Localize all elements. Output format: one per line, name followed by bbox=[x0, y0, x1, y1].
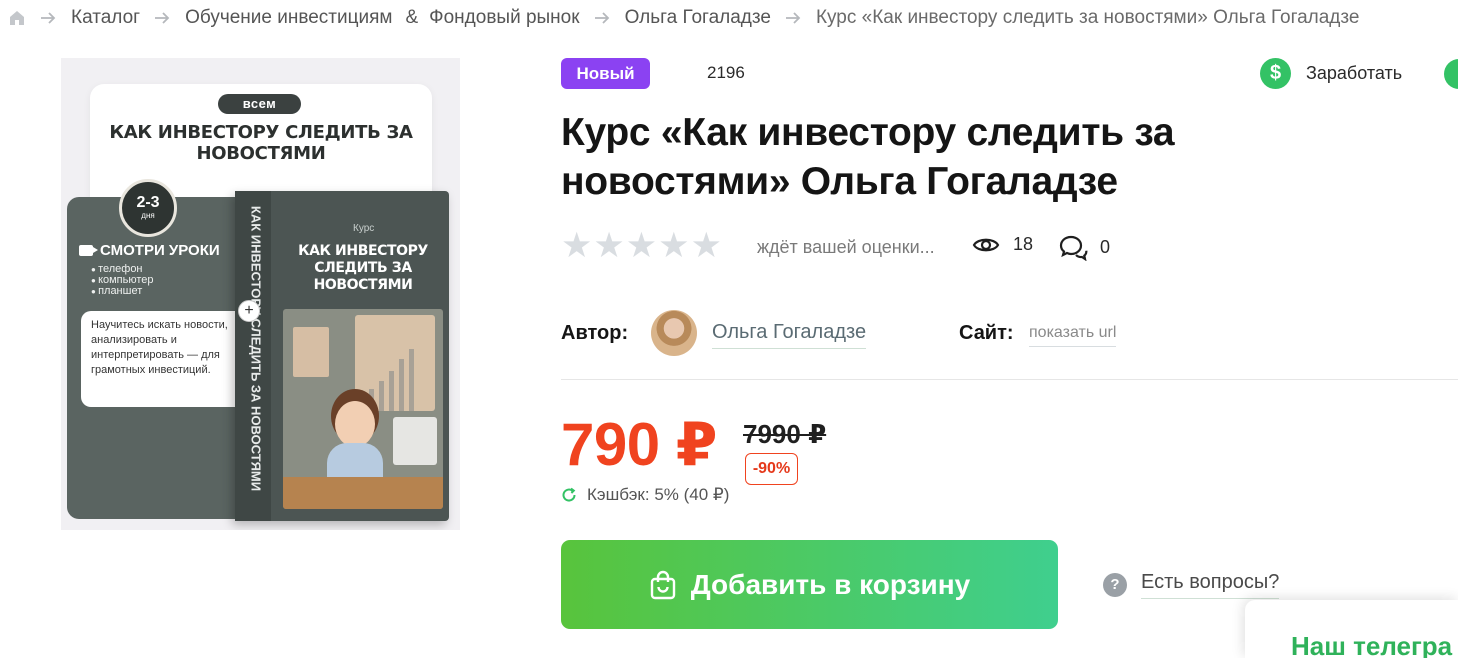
cover-box-spine-text: КАК ИНВЕСТОРУ СЛЕДИТЬ ЗА НОВОСТЯМИ bbox=[248, 205, 264, 492]
new-badge: Новый bbox=[561, 58, 650, 89]
chat-icon bbox=[1059, 235, 1088, 261]
add-to-cart-button[interactable]: Добавить в корзину bbox=[561, 540, 1058, 629]
cover-duration-unit: дня bbox=[141, 211, 155, 220]
monitor-illustration bbox=[393, 417, 437, 465]
product-title: Курс «Как инвестору следить за новостями… bbox=[561, 111, 1175, 203]
questions-label: Есть вопросы? bbox=[1141, 571, 1280, 599]
dollar-icon: $ bbox=[1260, 58, 1291, 89]
breadcrumb-item-author[interactable]: Ольга Гогаладзе bbox=[625, 7, 771, 29]
video-camera-icon bbox=[79, 245, 98, 256]
breadcrumb-item-stock-market[interactable]: Фондовый рынок bbox=[429, 7, 579, 29]
arrow-right-icon bbox=[594, 11, 610, 25]
product-image[interactable]: всем КАК ИНВЕСТОРУ СЛЕДИТЬ ЗА НОВОСТЯМИ … bbox=[61, 58, 460, 530]
cover-audience-pill: всем bbox=[218, 94, 301, 114]
comments-counter[interactable]: 0 bbox=[1059, 234, 1110, 261]
site-label: Сайт: bbox=[959, 322, 1014, 344]
cover-illustration-scene bbox=[283, 309, 443, 509]
old-price: 7990 ₽ bbox=[743, 419, 827, 449]
views-counter: 18 bbox=[972, 234, 1033, 255]
cover-duration-badge: 2-3 дня bbox=[119, 179, 177, 237]
shopping-bag-icon bbox=[650, 570, 675, 599]
author-link[interactable]: Ольга Гогаладзе bbox=[712, 321, 867, 349]
cashback-info: Кэшбэк: 5% (40 ₽) bbox=[561, 485, 729, 505]
refresh-icon bbox=[562, 487, 576, 502]
cover-watch-label: СМОТРИ УРОКИ bbox=[100, 242, 220, 259]
cover-duration-value: 2-3 bbox=[136, 194, 160, 211]
sticky-note-illustration bbox=[293, 327, 329, 377]
breadcrumb: Каталог Обучение инвестициям & Фондовый … bbox=[8, 6, 1359, 30]
chart-board-illustration bbox=[355, 315, 435, 411]
earn-link[interactable]: $ Заработать bbox=[1260, 58, 1402, 89]
avatar[interactable] bbox=[651, 310, 697, 356]
rating-text: ждёт вашей оценки... bbox=[757, 237, 935, 257]
show-url-link[interactable]: показать url bbox=[1029, 324, 1117, 347]
cover-product-box: КАК ИНВЕСТОРУ СЛЕДИТЬ ЗА НОВОСТЯМИ Курс … bbox=[235, 191, 449, 521]
star-icon[interactable]: ★ bbox=[658, 228, 689, 263]
arrow-right-icon bbox=[40, 11, 56, 25]
current-price: 790 ₽ bbox=[561, 411, 718, 478]
discount-badge: -90% bbox=[745, 453, 798, 485]
star-icon[interactable]: ★ bbox=[626, 228, 657, 263]
comments-count: 0 bbox=[1100, 237, 1111, 257]
earn-label: Заработать bbox=[1306, 63, 1403, 83]
author-label: Автор: bbox=[561, 322, 629, 344]
cashback-text: Кэшбэк: 5% (40 ₽) bbox=[587, 485, 730, 504]
add-to-cart-label: Добавить в корзину bbox=[690, 568, 971, 600]
eye-icon bbox=[972, 238, 1000, 251]
breadcrumb-item-investing[interactable]: Обучение инвестициям bbox=[185, 7, 392, 29]
person-illustration bbox=[335, 401, 375, 447]
cover-watch-lessons: СМОТРИ УРОКИ bbox=[79, 242, 220, 259]
arrow-right-icon bbox=[154, 11, 170, 25]
share-icon[interactable] bbox=[1444, 59, 1458, 89]
cover-info-card: Научитесь искать новости, анализировать … bbox=[81, 311, 249, 407]
rating-stars[interactable]: ★ ★ ★ ★ ★ bbox=[561, 228, 722, 263]
cover-box-label: Курс bbox=[353, 223, 375, 234]
breadcrumb-item-catalog[interactable]: Каталог bbox=[71, 7, 140, 29]
questions-link[interactable]: ? Есть вопросы? bbox=[1103, 571, 1280, 599]
question-icon: ? bbox=[1103, 573, 1127, 597]
home-icon[interactable] bbox=[8, 9, 26, 27]
cover-device-item: планшет bbox=[91, 286, 154, 297]
star-icon[interactable]: ★ bbox=[561, 228, 592, 263]
breadcrumb-ampersand: & bbox=[405, 7, 419, 28]
arrow-right-icon bbox=[785, 11, 801, 25]
plus-icon: + bbox=[238, 300, 260, 322]
breadcrumb-current: Курс «Как инвестору следить за новостями… bbox=[815, 7, 1360, 28]
cover-devices-list: телефон компьютер планшет bbox=[91, 264, 154, 297]
telegram-promo-text: Наш телегра bbox=[1291, 631, 1453, 658]
star-icon[interactable]: ★ bbox=[593, 228, 624, 263]
cover-box-title: КАК ИНВЕСТОРУ СЛЕДИТЬ ЗА НОВОСТЯМИ bbox=[298, 243, 428, 293]
telegram-promo-panel[interactable]: Наш телегра bbox=[1245, 600, 1458, 658]
star-icon[interactable]: ★ bbox=[691, 228, 722, 263]
product-count: 2196 bbox=[707, 63, 745, 82]
cover-title: КАК ИНВЕСТОРУ СЛЕДИТЬ ЗА НОВОСТЯМИ bbox=[109, 122, 413, 164]
views-count: 18 bbox=[1013, 234, 1034, 254]
divider bbox=[561, 379, 1458, 380]
desk-illustration bbox=[283, 477, 443, 509]
